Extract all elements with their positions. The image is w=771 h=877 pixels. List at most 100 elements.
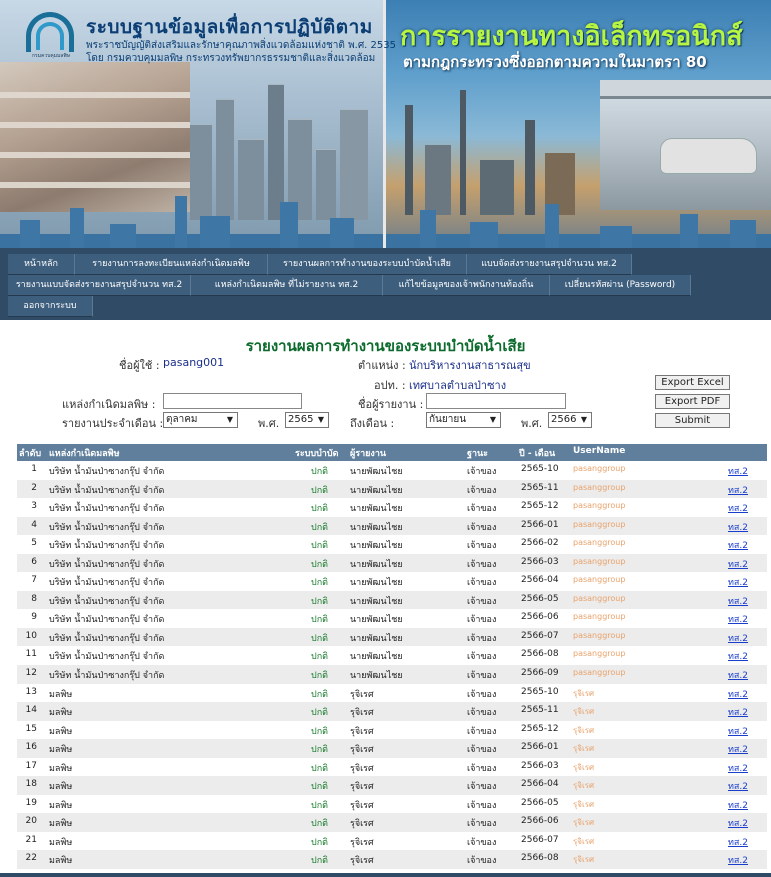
- row-year-month: 2566-06: [521, 816, 559, 827]
- table-row: 12 บริษัท น้ำมันป่าซางกรุ๊ป จำกัด ปกติ นายพ…: [17, 665, 767, 684]
- row-username: รุจิเรศ: [573, 725, 595, 735]
- row-ts2-link[interactable]: ทส.2: [728, 631, 748, 645]
- row-ts2-link[interactable]: ทส.2: [728, 538, 748, 552]
- col-header-source: แหล่งกำเนิดมลพิษ: [49, 449, 120, 459]
- row-ts2-link[interactable]: ทส.2: [728, 724, 748, 738]
- row-role: เจ้าของ: [467, 745, 497, 756]
- row-year-month: 2565-10: [521, 464, 559, 474]
- row-ts2-link[interactable]: ทส.2: [728, 649, 748, 663]
- export-excel-button[interactable]: Export Excel: [655, 375, 730, 390]
- row-ts2-link[interactable]: ทส.2: [728, 835, 748, 849]
- row-reporter: รุจิเรศ: [350, 837, 374, 848]
- row-role: เจ้าของ: [467, 615, 497, 626]
- menu-wastewater-report[interactable]: รายงานผลการทำงานของระบบบำบัดน้ำเสีย: [268, 254, 467, 275]
- row-role: เจ้าของ: [467, 782, 497, 793]
- row-source: มลพิษ: [49, 689, 73, 700]
- menu-edit-officer[interactable]: แก้ไขข้อมูลของเจ้าพนักงานท้องถิ่น: [383, 275, 550, 296]
- table-row: 19 มลพิษ ปกติ รุจิเรศ เจ้าของ 2566-05 รุจิเรศ ท…: [17, 795, 767, 814]
- row-ts2-link[interactable]: ทส.2: [728, 705, 748, 719]
- table-row: 11 บริษัท น้ำมันป่าซางกรุ๊ป จำกัด ปกติ นายพ…: [17, 646, 767, 665]
- row-ts2-link[interactable]: ทส.2: [728, 501, 748, 515]
- row-ts2-link[interactable]: ทส.2: [728, 612, 748, 626]
- row-year-month: 2565-12: [521, 723, 559, 734]
- month-to-select[interactable]: กันยายน ▼: [426, 412, 501, 428]
- row-system-status: ปกติ: [311, 856, 329, 867]
- row-ts2-link[interactable]: ทส.2: [728, 687, 748, 701]
- table-row: 18 มลพิษ ปกติ รุจิเรศ เจ้าของ 2566-04 รุจิเรศ ท…: [17, 776, 767, 795]
- row-role: เจ้าของ: [467, 541, 497, 552]
- year-from-value: 2565: [288, 414, 314, 425]
- row-ts2-link[interactable]: ทส.2: [728, 816, 748, 830]
- row-role: เจ้าของ: [467, 652, 497, 663]
- year-from-select[interactable]: 2565 ▼: [285, 412, 329, 428]
- table-row: 22 มลพิษ ปกติ รุจิเรศ เจ้าของ 2566-08 รุจิเรศ ท…: [17, 850, 767, 870]
- row-system-status: ปกติ: [311, 504, 329, 515]
- row-username: pasanggroup: [573, 556, 626, 566]
- row-reporter: รุจิเรศ: [350, 745, 374, 756]
- row-system-status: ปกติ: [311, 467, 329, 477]
- row-system-status: ปกติ: [311, 633, 329, 644]
- row-role: เจ้าของ: [467, 596, 497, 607]
- row-number: 18: [25, 779, 37, 790]
- row-system-status: ปกติ: [311, 559, 329, 570]
- table-row: 15 มลพิษ ปกติ รุจิเรศ เจ้าของ 2565-12 รุจิเรศ ท…: [17, 721, 767, 740]
- row-role: เจ้าของ: [467, 522, 497, 533]
- user-value: pasang001: [163, 356, 225, 369]
- row-ts2-link[interactable]: ทส.2: [728, 575, 748, 589]
- row-system-status: ปกติ: [311, 485, 329, 496]
- row-ts2-link[interactable]: ทส.2: [728, 483, 748, 497]
- menu-home[interactable]: หน้าหลัก: [8, 254, 75, 275]
- row-source: บริษัท น้ำมันป่าซางกรุ๊ป จำกัด: [49, 671, 165, 682]
- chevron-down-icon: ▼: [226, 415, 234, 424]
- row-reporter: นายพัฒนไชย: [350, 467, 403, 477]
- row-reporter: นายพัฒนไชย: [350, 522, 403, 533]
- row-ts2-link[interactable]: ทส.2: [728, 464, 748, 478]
- row-number: 16: [25, 742, 37, 753]
- col-header-reporter: ผู้รายงาน: [350, 449, 387, 459]
- row-username: pasanggroup: [573, 668, 626, 678]
- row-ts2-link[interactable]: ทส.2: [728, 761, 748, 775]
- row-source: บริษัท น้ำมันป่าซางกรุ๊ป จำกัด: [49, 633, 165, 644]
- table-row: 1 บริษัท น้ำมันป่าซางกรุ๊ป จำกัด ปกติ นายพั…: [17, 461, 767, 480]
- row-username: pasanggroup: [573, 593, 626, 603]
- row-source: มลพิษ: [49, 856, 73, 867]
- menu-ts2-submit[interactable]: แบบจัดส่งรายงานสรุปจำนวน ทส.2: [467, 254, 632, 275]
- table-row: 4 บริษัท น้ำมันป่าซางกรุ๊ป จำกัด ปกติ นายพั…: [17, 516, 767, 536]
- menu-ts2-report[interactable]: รายงานแบบจัดส่งรายงานสรุปจำนวน ทส.2: [8, 275, 191, 296]
- row-ts2-link[interactable]: ทส.2: [728, 779, 748, 793]
- row-system-status: ปกติ: [311, 819, 329, 830]
- export-pdf-button[interactable]: Export PDF: [655, 394, 730, 409]
- row-ts2-link[interactable]: ทส.2: [728, 668, 748, 682]
- col-header-username: UserName: [573, 446, 626, 456]
- row-source: มลพิษ: [49, 819, 73, 830]
- row-ts2-link[interactable]: ทส.2: [728, 557, 748, 571]
- year-from-label: พ.ศ.: [258, 417, 280, 430]
- menu-non-reporting-sources[interactable]: แหล่งกำเนิดมลพิษ ที่ไม่รายงาน ทส.2: [191, 275, 383, 296]
- source-input[interactable]: [163, 393, 302, 409]
- row-number: 13: [25, 686, 37, 697]
- row-number: 17: [25, 760, 37, 771]
- row-username: pasanggroup: [573, 612, 626, 622]
- row-ts2-link[interactable]: ทส.2: [728, 798, 748, 812]
- row-year-month: 2566-04: [521, 779, 559, 790]
- year-to-select[interactable]: 2566 ▼: [548, 412, 592, 428]
- table-row: 7 บริษัท น้ำมันป่าซางกรุ๊ป จำกัด ปกติ นายพั…: [17, 572, 767, 591]
- row-system-status: ปกติ: [311, 578, 329, 589]
- menu-change-password[interactable]: เปลี่ยนรหัสผ่าน (Password): [550, 275, 691, 296]
- row-ts2-link[interactable]: ทส.2: [728, 853, 748, 867]
- reporter-input[interactable]: [426, 393, 566, 409]
- menu-logout[interactable]: ออกจากระบบ: [8, 296, 93, 317]
- month-from-select[interactable]: ตุลาคม ▼: [163, 412, 238, 428]
- row-system-status: ปกติ: [311, 541, 329, 552]
- submit-button[interactable]: Submit: [655, 413, 730, 428]
- row-year-month: 2566-01: [521, 742, 559, 753]
- row-ts2-link[interactable]: ทส.2: [728, 520, 748, 534]
- row-ts2-link[interactable]: ทส.2: [728, 742, 748, 756]
- row-ts2-link[interactable]: ทส.2: [728, 594, 748, 608]
- row-source: มลพิษ: [49, 782, 73, 793]
- row-number: 7: [31, 575, 37, 586]
- row-username: pasanggroup: [573, 464, 626, 473]
- menu-registration-report[interactable]: รายงานการลงทะเบียนแหล่งกำเนิดมลพิษ: [75, 254, 268, 275]
- row-username: รุจิเรศ: [573, 688, 595, 698]
- row-number: 8: [31, 593, 37, 604]
